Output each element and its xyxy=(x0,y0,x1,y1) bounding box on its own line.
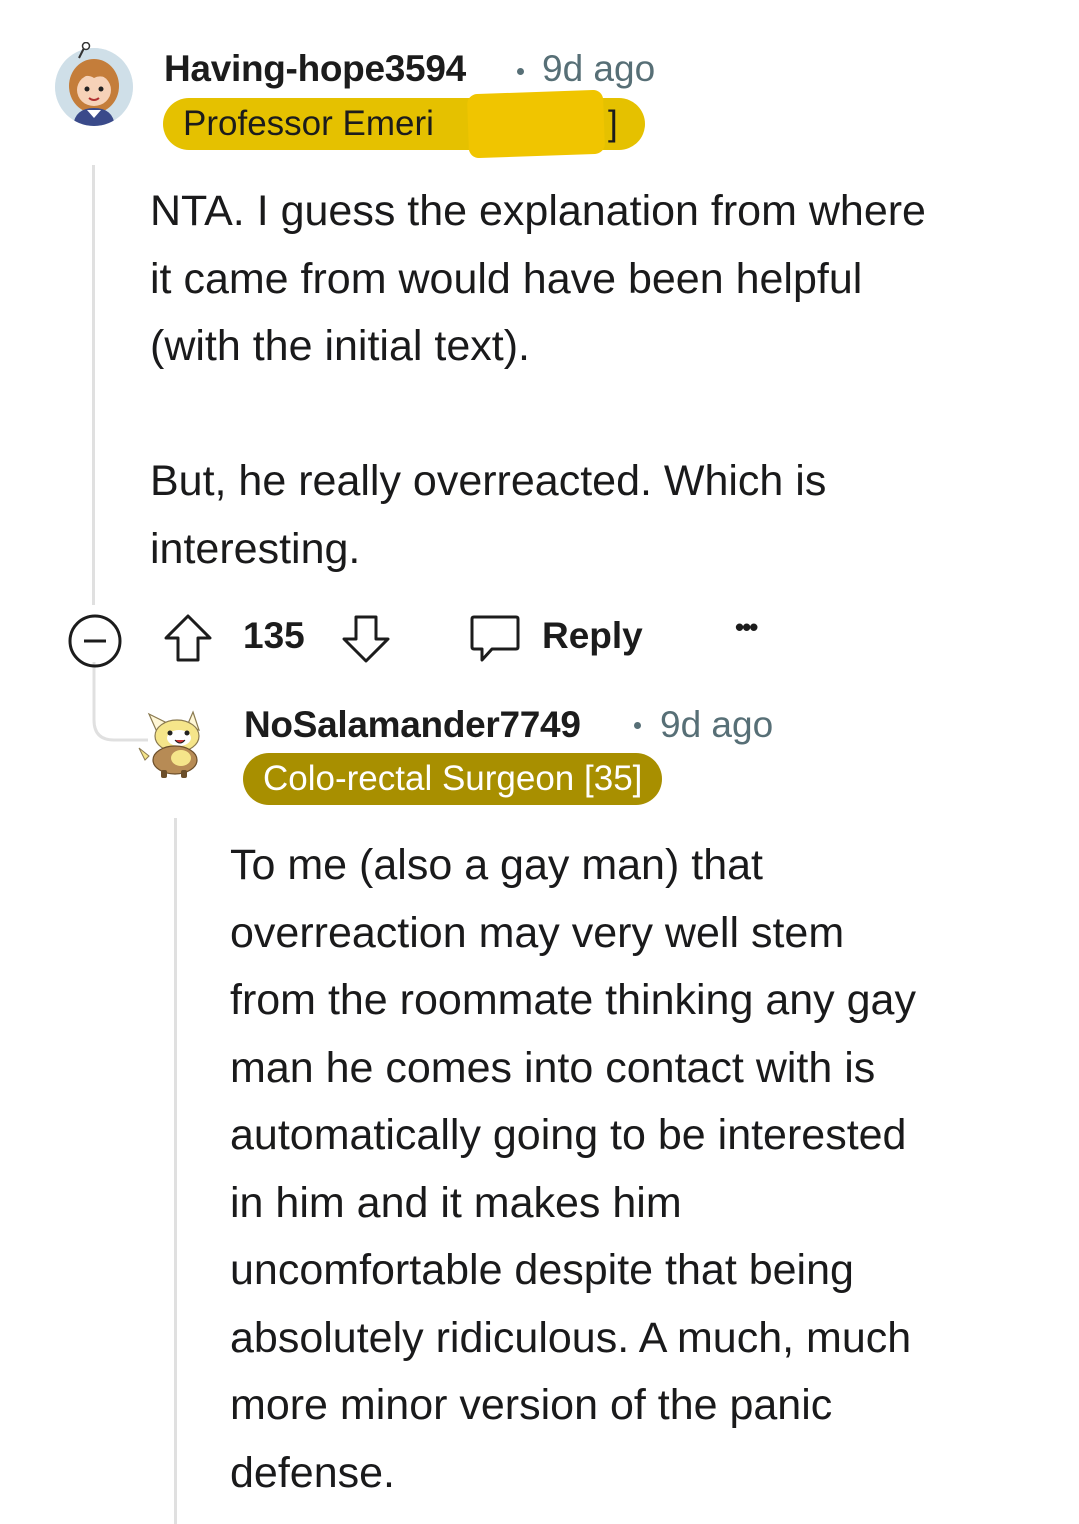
vote-score: 135 xyxy=(243,615,305,656)
user-flair: Colo-rectal Surgeon [35] xyxy=(243,753,663,805)
comment-timestamp: 9d ago xyxy=(660,704,774,745)
more-options-button[interactable]: ••• xyxy=(735,612,758,643)
comment-author[interactable]: NoSalamander7749 xyxy=(244,704,581,746)
minus-circle-icon[interactable] xyxy=(67,613,123,669)
snoo-antenna-icon xyxy=(78,42,91,59)
separator-dot xyxy=(517,68,524,75)
thread-line-2 xyxy=(174,818,177,1524)
separator-dot xyxy=(634,722,641,729)
thread-line-1 xyxy=(92,165,95,605)
comment-author[interactable]: Having-hope3594 xyxy=(164,48,466,90)
avatar-yamper-icon[interactable] xyxy=(135,700,215,780)
comment-body: To me (also a gay man) that overreaction… xyxy=(230,841,916,1497)
arrow-up-icon[interactable] xyxy=(162,612,214,664)
redaction-scribble xyxy=(466,89,606,159)
speech-bubble-icon[interactable] xyxy=(468,613,522,665)
arrow-down-icon[interactable] xyxy=(340,613,392,665)
reply-button[interactable]: Reply xyxy=(542,615,643,657)
comment-timestamp: 9d ago xyxy=(542,48,656,89)
comment-body: NTA. I guess the explanation from where … xyxy=(150,187,926,573)
flair-tail: ] xyxy=(608,104,618,143)
flair-text: Professor Emeri xyxy=(183,104,434,143)
